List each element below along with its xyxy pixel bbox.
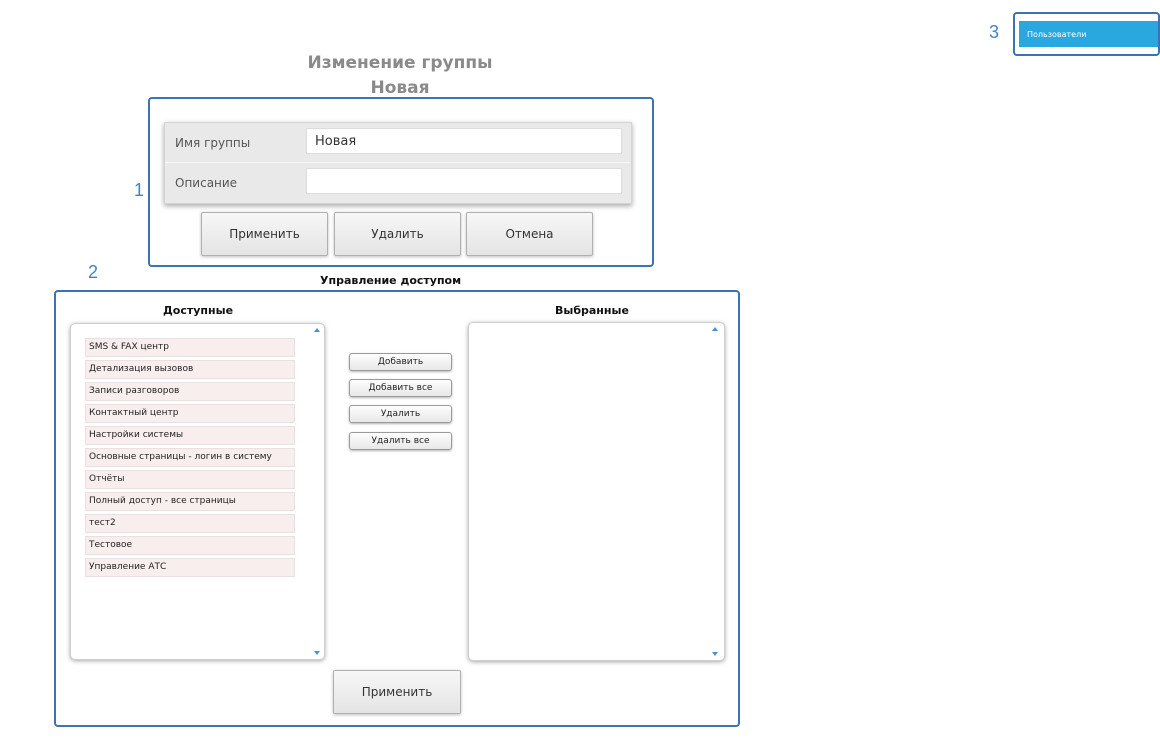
remove-button[interactable]: Удалить bbox=[349, 405, 452, 423]
users-button[interactable]: Пользователи bbox=[1019, 21, 1158, 47]
scroll-down-icon[interactable] bbox=[314, 651, 320, 655]
group-name-input[interactable] bbox=[306, 128, 622, 154]
description-label: Описание bbox=[175, 176, 238, 190]
available-item[interactable]: Контактный центр bbox=[85, 404, 295, 423]
available-title: Доступные bbox=[163, 304, 234, 317]
selected-list[interactable] bbox=[468, 322, 725, 661]
scroll-down-icon[interactable] bbox=[712, 652, 718, 656]
available-item[interactable]: Записи разговоров bbox=[85, 382, 295, 401]
scroll-up-icon[interactable] bbox=[712, 327, 718, 331]
available-item[interactable]: Отчёты bbox=[85, 470, 295, 489]
available-item[interactable]: Настройки системы bbox=[85, 426, 295, 445]
group-name-label: Имя группы bbox=[175, 136, 251, 150]
apply-access-button[interactable]: Применить bbox=[333, 670, 461, 714]
page-title: Изменение группы bbox=[307, 53, 493, 73]
apply-group-button[interactable]: Применить bbox=[201, 212, 328, 256]
selected-title: Выбранные bbox=[555, 304, 629, 317]
available-item[interactable]: SMS & FAX центр bbox=[85, 338, 295, 357]
callout-3: 3 bbox=[989, 22, 1000, 42]
available-item[interactable]: Управление АТС bbox=[85, 558, 295, 577]
add-all-button[interactable]: Добавить все bbox=[349, 379, 452, 397]
add-button[interactable]: Добавить bbox=[349, 353, 452, 371]
form-divider bbox=[165, 162, 631, 163]
delete-group-button[interactable]: Удалить bbox=[334, 212, 461, 256]
available-list[interactable]: SMS & FAX центр Детализация вызовов Запи… bbox=[70, 323, 325, 660]
description-input[interactable] bbox=[306, 168, 622, 194]
page-subtitle: Новая bbox=[370, 78, 430, 98]
available-item[interactable]: тест2 bbox=[85, 514, 295, 533]
scroll-up-icon[interactable] bbox=[314, 328, 320, 332]
available-item[interactable]: Полный доступ - все страницы bbox=[85, 492, 295, 511]
cancel-button[interactable]: Отмена bbox=[466, 212, 593, 256]
available-item[interactable]: Детализация вызовов bbox=[85, 360, 295, 379]
available-item[interactable]: Тестовое bbox=[85, 536, 295, 555]
remove-all-button[interactable]: Удалить все bbox=[349, 432, 452, 450]
callout-1: 1 bbox=[134, 180, 145, 200]
callout-2: 2 bbox=[88, 262, 99, 282]
group-form: Имя группы Описание bbox=[164, 122, 632, 204]
access-title: Управление доступом bbox=[320, 274, 462, 287]
available-item[interactable]: Основные страницы - логин в систему bbox=[85, 448, 295, 467]
users-nav-frame: Пользователи bbox=[1013, 12, 1160, 56]
